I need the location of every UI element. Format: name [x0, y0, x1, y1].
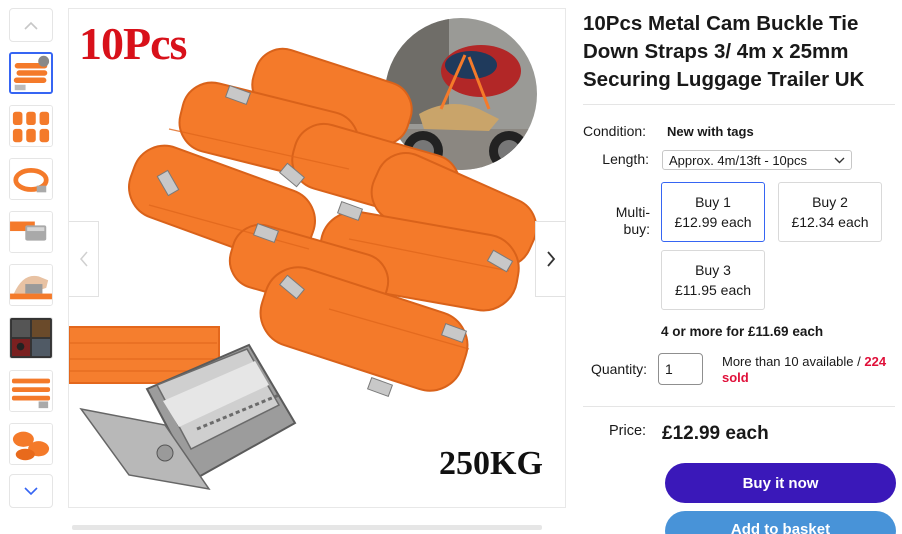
image-overlay-load-rating: 250KG: [439, 445, 543, 482]
tier-quantity: Buy 3: [695, 262, 731, 278]
tier-price: £12.99 each: [674, 214, 752, 230]
multibuy-more-offer: 4 or more for £11.69 each: [661, 324, 824, 339]
thumbnail-scroll-down-button[interactable]: [9, 474, 53, 508]
listing-title: 10Pcs Metal Cam Buckle Tie Down Straps 3…: [583, 12, 865, 91]
title-divider: [583, 104, 895, 105]
thumbnail-6[interactable]: [9, 317, 53, 359]
buy-it-now-button[interactable]: Buy it now: [665, 463, 896, 503]
image-overlay-quantity: 10Pcs: [79, 18, 187, 69]
chevron-right-icon: [546, 251, 555, 267]
price-value: £12.99 each: [662, 423, 769, 444]
multibuy-tier-3[interactable]: Buy 3 £11.95 each: [661, 250, 765, 310]
thumbnail-strip: [6, 8, 56, 508]
thumbnail-scroll-up-button[interactable]: [9, 8, 53, 42]
availability-count: More than 10 available /: [722, 354, 865, 369]
length-selected-value: Approx. 4m/13ft - 10pcs: [669, 152, 808, 168]
availability-text: More than 10 available / 224 sold: [722, 354, 900, 386]
quantity-label: Quantity:: [590, 361, 647, 377]
multibuy-tier-2[interactable]: Buy 2 £12.34 each: [778, 182, 882, 242]
quantity-input[interactable]: 1: [658, 353, 703, 385]
price-label: Price:: [609, 423, 647, 439]
chevron-down-icon: [24, 486, 38, 495]
previous-image-button[interactable]: [69, 221, 99, 297]
condition-label: Condition:: [583, 123, 647, 139]
thumbnail-1[interactable]: [9, 52, 53, 94]
add-to-basket-button[interactable]: Add to basket: [665, 511, 896, 534]
chevron-down-icon: [834, 157, 845, 163]
tier-price: £12.34 each: [791, 214, 869, 230]
multibuy-tier-1[interactable]: Buy 1 £12.99 each: [661, 182, 765, 242]
price-divider: [583, 406, 895, 407]
main-product-image[interactable]: 10Pcs 250KG: [68, 8, 566, 508]
tier-price: £11.95 each: [674, 282, 752, 298]
condition-value: New with tags: [667, 124, 754, 139]
next-image-button[interactable]: [535, 221, 565, 297]
thumbnail-7[interactable]: [9, 370, 53, 412]
thumbnail-2[interactable]: [9, 105, 53, 147]
thumbnail-3[interactable]: [9, 158, 53, 200]
chevron-left-icon: [79, 251, 88, 267]
blurred-caption-text: [72, 525, 542, 530]
chevron-up-icon: [24, 21, 38, 30]
tier-quantity: Buy 2: [812, 194, 848, 210]
thumbnail-4[interactable]: [9, 211, 53, 253]
length-select[interactable]: Approx. 4m/13ft - 10pcs: [662, 150, 852, 170]
straps-product-photo: [69, 9, 565, 507]
thumbnail-8[interactable]: [9, 423, 53, 465]
tier-quantity: Buy 1: [695, 194, 731, 210]
multibuy-label: Multi- buy:: [615, 204, 650, 237]
thumbnail-5[interactable]: [9, 264, 53, 306]
length-label: Length:: [602, 151, 649, 167]
